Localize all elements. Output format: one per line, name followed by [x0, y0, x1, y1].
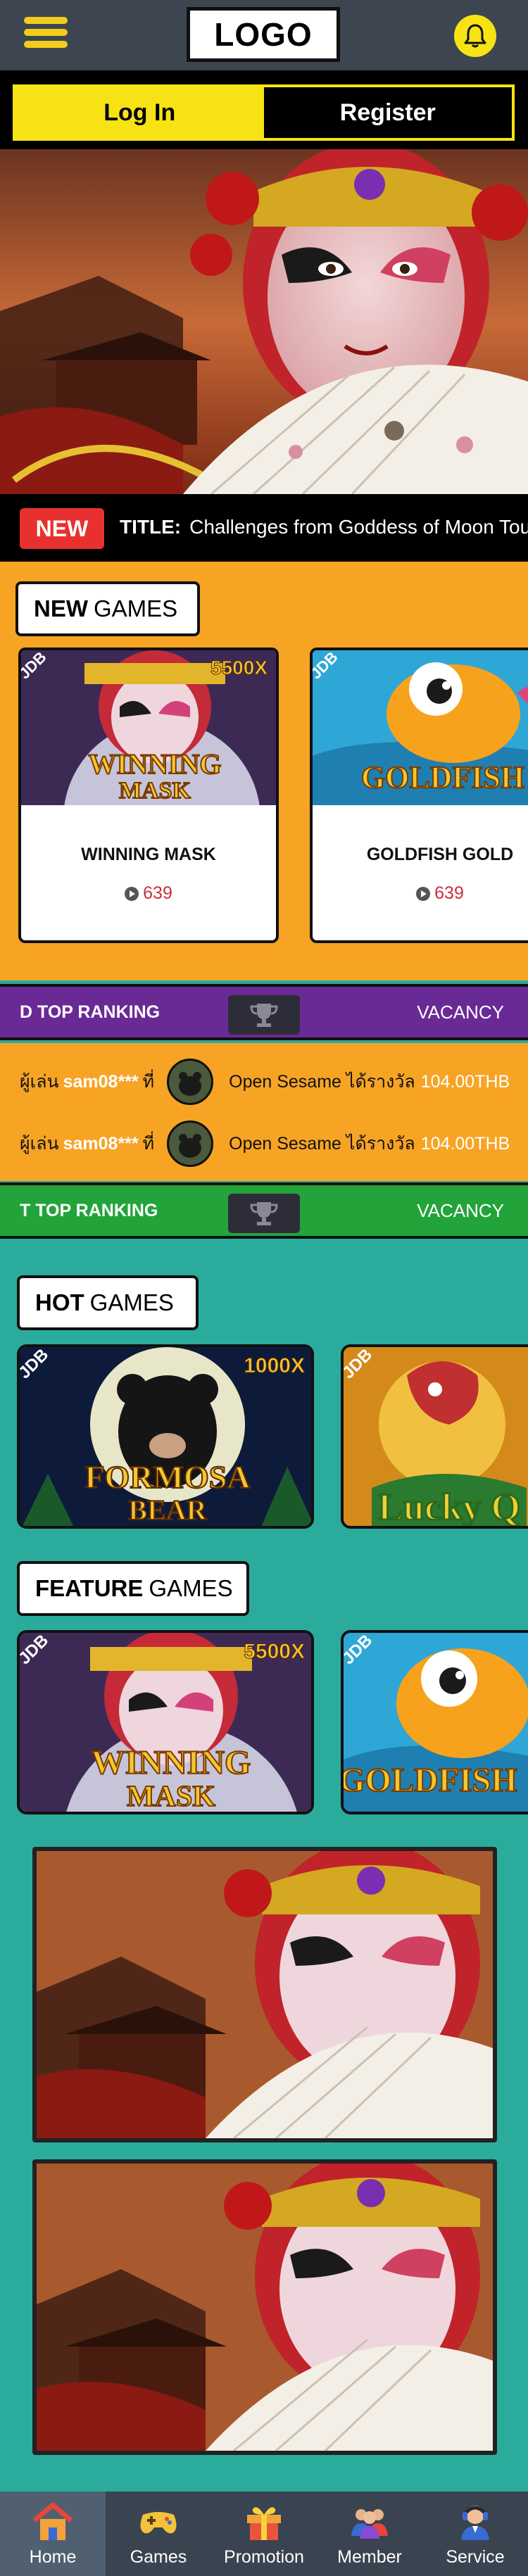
- ranking-label: D TOP RANKING: [20, 1002, 161, 1022]
- row-game: Open Sesame ได้รางวัล: [229, 1134, 415, 1154]
- nav-label: Member: [337, 2547, 402, 2567]
- top-ranking-bar-2: T TOP RANKING VACANCY: [0, 1182, 528, 1239]
- multiplier-badge: 1000X: [244, 1354, 305, 1377]
- nav-service[interactable]: Service: [422, 2492, 528, 2576]
- row-amount: 104.00THB: [420, 1071, 510, 1092]
- game-avatar: [167, 1059, 214, 1105]
- game-art-text: FORMOSA: [84, 1459, 250, 1495]
- game-art-text: GOLDFISH: [344, 1762, 517, 1799]
- nav-label: Games: [130, 2547, 187, 2567]
- game-art-text: Lucky Q: [378, 1486, 521, 1528]
- auth-buttons: Log In Register: [13, 84, 515, 141]
- promo-banner-1[interactable]: [32, 1847, 497, 2142]
- row-prefix: ผู้เล่น: [20, 1072, 59, 1092]
- hero-banner[interactable]: [0, 149, 528, 494]
- nav-member[interactable]: Member: [317, 2492, 422, 2576]
- nav-label: Promotion: [224, 2547, 304, 2567]
- ranking-list: ผู้เล่น sam08*** ที่ Open Sesame ได้รางว…: [0, 1043, 528, 1181]
- play-icon: [125, 886, 139, 901]
- game-thumbnail: GOLDFISH 100 JDB: [313, 650, 528, 805]
- gamepad-icon: [140, 2512, 177, 2534]
- section-title-rest: GAMES: [94, 595, 178, 621]
- nav-promotion[interactable]: Promotion: [211, 2492, 317, 2576]
- hot-game-tile-formosa-bear[interactable]: FORMOSA BEAR 1000X JDB: [17, 1344, 314, 1529]
- news-ticker[interactable]: NEW TITLE: Challenges from Goddess of Moo…: [0, 494, 528, 562]
- game-art-text: BEAR: [128, 1494, 207, 1526]
- login-button[interactable]: Log In: [15, 87, 264, 138]
- ticker-text: Challenges from Goddess of Moon Tou: [189, 516, 528, 538]
- section-title-bold: HOT: [35, 1289, 84, 1315]
- feature-game-tile-winning-mask[interactable]: WINNING MASK 5500X JDB: [17, 1630, 314, 1814]
- section-title-rest: GAMES: [149, 1575, 233, 1601]
- row-mid: ที่: [142, 1134, 155, 1154]
- support-agent-icon: [461, 2506, 489, 2540]
- vacancy-label: VACANCY: [417, 1199, 504, 1221]
- game-name: WINNING MASK: [81, 845, 216, 864]
- nav-label: Home: [29, 2547, 77, 2567]
- home-icon: [32, 2502, 73, 2540]
- ranking-row: ผู้เล่น sam08*** ที่ Open Sesame ได้รางว…: [20, 1057, 510, 1106]
- auth-bar: Log In Register: [0, 70, 528, 149]
- feature-games-title: FEATURE GAMES: [17, 1561, 249, 1616]
- game-name: GOLDFISH GOLD: [366, 845, 514, 864]
- game-thumbnail: WINNING MASK 5500X JDB: [21, 650, 276, 805]
- nav-home[interactable]: Home: [0, 2492, 106, 2576]
- game-avatar: [167, 1120, 214, 1167]
- multiplier-badge: 5500X: [244, 1640, 305, 1663]
- promo-banner-2[interactable]: [32, 2159, 497, 2455]
- ranking-row: ผู้เล่น sam08*** ที่ Open Sesame ได้รางว…: [20, 1119, 510, 1168]
- trophy-icon: [228, 995, 300, 1035]
- members-icon: [351, 2509, 388, 2539]
- game-art-text: MASK: [119, 778, 191, 804]
- multiplier-badge: 5500X: [210, 657, 268, 678]
- notification-bell-icon[interactable]: [454, 15, 496, 57]
- row-mid: ที่: [142, 1072, 155, 1092]
- new-games-title: NEW GAMES: [15, 581, 200, 636]
- game-art-text: GOLDFISH: [361, 760, 524, 795]
- play-icon: [416, 886, 431, 901]
- row-prefix: ผู้เล่น: [20, 1134, 59, 1154]
- hamburger-menu-icon[interactable]: [24, 17, 68, 55]
- row-user: sam08***: [63, 1133, 139, 1154]
- top-header: LOGO: [0, 0, 528, 70]
- game-card-goldfish-gold[interactable]: GOLDFISH 100 JDB GOLDFISH GOLD 639: [310, 648, 528, 943]
- section-title-bold: NEW: [34, 595, 88, 621]
- site-logo[interactable]: LOGO: [187, 7, 340, 62]
- bottom-navigation: Home Games Promotion Member Service: [0, 2492, 528, 2576]
- play-count: 639: [21, 883, 276, 904]
- row-game: Open Sesame ได้รางวัล: [229, 1072, 415, 1092]
- register-button[interactable]: Register: [263, 87, 512, 138]
- game-art-text: WINNING: [89, 748, 222, 780]
- play-count-value: 639: [143, 883, 172, 903]
- ticker-message: TITLE: Challenges from Goddess of Moon To…: [120, 516, 528, 538]
- row-amount: 104.00THB: [420, 1133, 510, 1154]
- nav-games[interactable]: Games: [106, 2492, 211, 2576]
- game-art-text: WINNING: [92, 1744, 251, 1781]
- play-count-value: 639: [434, 883, 464, 903]
- game-art-text: MASK: [127, 1781, 215, 1813]
- new-badge: NEW: [20, 508, 104, 549]
- top-ranking-bar: D TOP RANKING VACANCY: [0, 984, 528, 1040]
- ticker-label: TITLE:: [120, 516, 182, 538]
- section-title-bold: FEATURE: [35, 1575, 144, 1601]
- ranking-label: T TOP RANKING: [20, 1200, 158, 1220]
- new-games-section: NEW GAMES WINNING MASK 5500X JDB WINNING …: [0, 562, 528, 980]
- trophy-icon: [228, 1194, 300, 1233]
- row-user: sam08***: [63, 1071, 139, 1092]
- game-card-winning-mask[interactable]: WINNING MASK 5500X JDB WINNING MASK 639: [18, 648, 279, 943]
- section-title-rest: GAMES: [89, 1289, 174, 1315]
- feature-game-tile-goldfish[interactable]: GOLDFISH JDB: [341, 1630, 528, 1814]
- gift-icon: [247, 2507, 281, 2540]
- hot-game-tile-lucky-q[interactable]: Lucky Q JDB: [341, 1344, 528, 1529]
- nav-label: Service: [446, 2547, 505, 2567]
- play-count: 639: [313, 883, 528, 904]
- hot-games-title: HOT GAMES: [17, 1275, 199, 1330]
- vacancy-label: VACANCY: [417, 1001, 504, 1023]
